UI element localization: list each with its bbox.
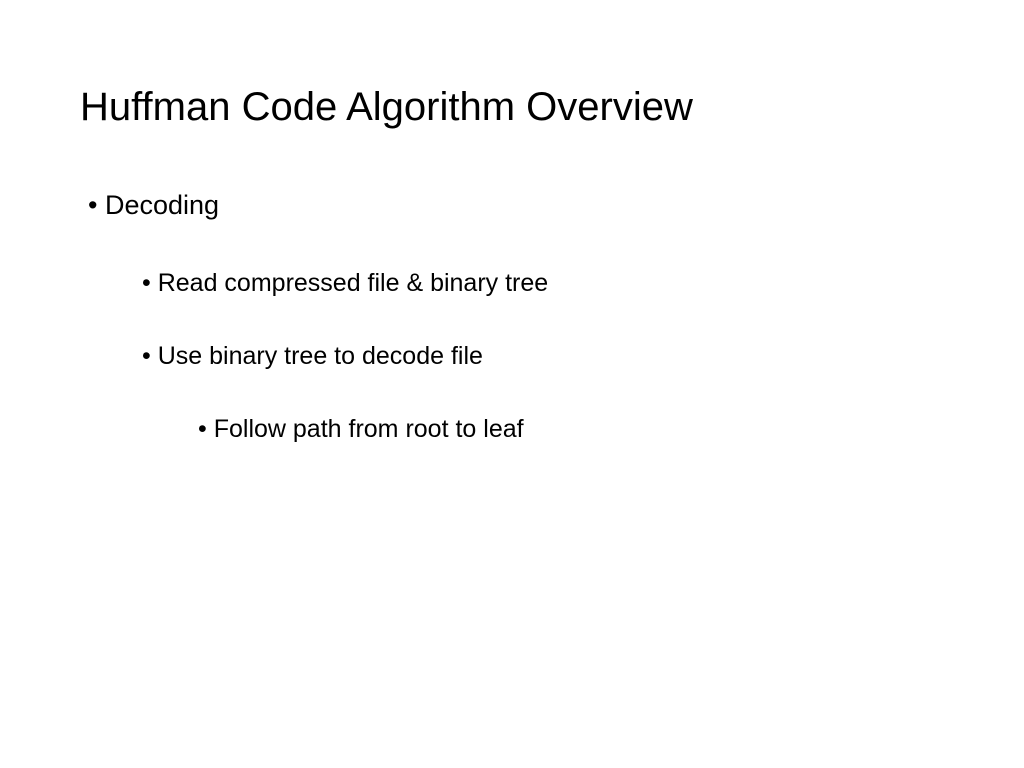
bullet-text: Read compressed file & binary tree [158,269,548,297]
bullet-text: Follow path from root to leaf [214,415,524,443]
slide-title: Huffman Code Algorithm Overview [80,85,944,130]
bullet-text: Decoding [105,190,219,220]
bullet-level3: • Follow path from root to leaf [80,415,944,444]
bullet-icon: • [198,415,207,443]
bullet-level1: • Decoding [80,190,944,221]
bullet-icon: • [88,190,97,220]
bullet-text: Use binary tree to decode file [158,342,483,370]
bullet-icon: • [142,269,151,297]
bullet-level2: • Read compressed file & binary tree [80,269,944,298]
bullet-icon: • [142,342,151,370]
bullet-level2: • Use binary tree to decode file [80,342,944,371]
